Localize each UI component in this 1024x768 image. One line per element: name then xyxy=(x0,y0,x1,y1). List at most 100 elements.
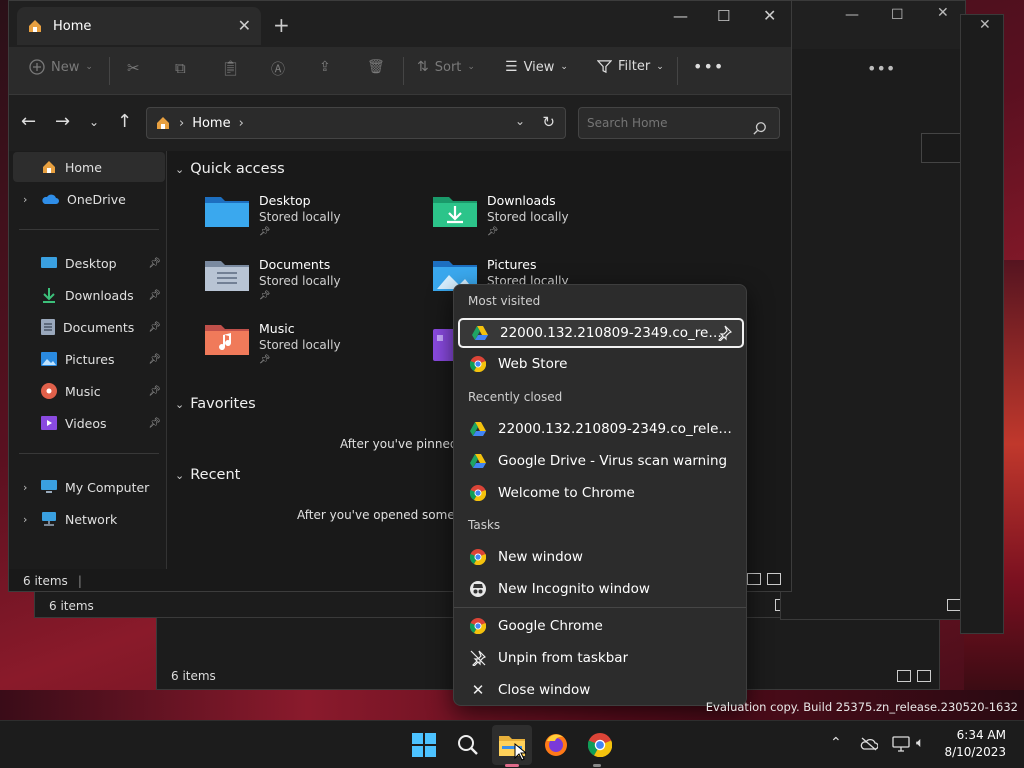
system-clock[interactable]: 6:34 AM 8/10/2023 xyxy=(944,727,1006,761)
chevron-down-icon: ⌄ xyxy=(175,468,185,482)
computer-icon xyxy=(41,480,57,493)
jump-item-recently-closed-3[interactable]: Welcome to Chrome xyxy=(458,478,744,508)
forward-arrow-icon[interactable]: → xyxy=(55,111,70,132)
cloud-icon xyxy=(42,194,59,204)
firefox-taskbar-button[interactable] xyxy=(540,729,572,761)
new-button[interactable]: New ⌄ xyxy=(29,59,93,75)
recent-locations-chevron-icon[interactable]: ⌄ xyxy=(89,115,99,129)
chrome-taskbar-button[interactable] xyxy=(584,729,616,761)
jump-item-google-chrome[interactable]: Google Chrome xyxy=(458,611,744,641)
recent-header[interactable]: ⌄ Recent xyxy=(175,467,240,483)
search-taskbar-button[interactable] xyxy=(452,729,484,761)
chevron-right-icon[interactable]: › xyxy=(23,193,27,206)
jump-item-most-visited-2[interactable]: Web Store xyxy=(458,349,744,379)
tiles-view-icon[interactable] xyxy=(767,573,781,585)
sidebar-item-music[interactable]: Music 📌︎ xyxy=(13,376,165,406)
paste-button[interactable]: 📋︎ xyxy=(221,59,240,77)
pin-icon[interactable]: 📌︎ xyxy=(148,290,161,301)
evaluation-watermark: Evaluation copy. Build 25375.zn_release.… xyxy=(705,700,1018,714)
sidebar-item-label: Music xyxy=(65,383,101,399)
navigation-pane: Home › OneDrive Desktop 📌︎ Downloads 📌︎ … xyxy=(9,151,167,569)
up-arrow-icon[interactable]: ↑ xyxy=(117,111,132,132)
sidebar-item-pictures[interactable]: Pictures 📌︎ xyxy=(13,344,165,374)
filter-button[interactable]: Filter ⌄ xyxy=(597,59,664,74)
jump-item-label: Welcome to Chrome xyxy=(498,485,635,501)
background-window-1[interactable]: — ☐ ✕ ••• xyxy=(780,0,966,620)
pin-icon[interactable]: 📌︎ xyxy=(148,354,161,365)
downloads-folder-icon xyxy=(433,197,477,227)
folder-downloads[interactable]: Downloads Stored locally 📌︎ xyxy=(433,193,569,237)
quick-access-header[interactable]: ⌄ Quick access xyxy=(175,161,285,177)
details-view-icon[interactable] xyxy=(747,573,761,585)
refresh-icon[interactable]: ↻ xyxy=(542,113,555,131)
jump-item-unpin-from-taskbar[interactable]: Unpin from taskbar xyxy=(458,643,744,673)
jump-item-recently-closed-2[interactable]: Google Drive - Virus scan warning xyxy=(458,446,744,476)
pin-icon[interactable]: 📌︎ xyxy=(148,322,161,333)
sidebar-item-onedrive[interactable]: › OneDrive xyxy=(13,184,165,214)
cloud-offline-icon[interactable] xyxy=(860,737,878,751)
folder-name: Desktop xyxy=(259,193,311,208)
download-arrow-icon xyxy=(43,288,55,303)
file-explorer-taskbar-button[interactable] xyxy=(492,725,532,765)
share-button[interactable]: ⇪ xyxy=(319,59,331,75)
minimize-button[interactable]: — xyxy=(673,7,688,25)
folder-name: Music xyxy=(259,321,295,336)
navigation-bar: ← → ⌄ ↑ › Home › ⌄ ↻ xyxy=(9,95,791,151)
sidebar-item-desktop[interactable]: Desktop 📌︎ xyxy=(13,248,165,278)
rename-icon: Ⓐ xyxy=(271,62,285,78)
view-button[interactable]: ☰ View ⌄ xyxy=(505,59,568,75)
background-window-0[interactable]: ✕ xyxy=(960,14,1004,634)
network-display-icon[interactable] xyxy=(892,736,910,752)
volume-icon[interactable]: 🔈︎ xyxy=(916,735,924,751)
rename-button[interactable]: Ⓐ xyxy=(271,59,285,79)
sidebar-item-home[interactable]: Home xyxy=(13,152,165,182)
folder-desktop[interactable]: Desktop Stored locally 📌︎ xyxy=(205,193,341,237)
home-icon xyxy=(43,161,55,173)
jump-item-new-window[interactable]: New window xyxy=(458,542,744,572)
pin-icon[interactable]: 📌︎ xyxy=(148,258,161,269)
back-arrow-icon[interactable]: ← xyxy=(21,111,36,132)
chevron-right-icon[interactable]: › xyxy=(23,481,27,494)
jump-item-close-window[interactable]: ✕ Close window xyxy=(458,675,744,705)
google-drive-icon xyxy=(470,422,486,436)
pin-icon[interactable]: 📌︎ xyxy=(148,386,161,397)
chevron-right-icon[interactable]: › xyxy=(23,513,27,526)
search-icon[interactable] xyxy=(753,121,767,135)
pin-icon[interactable] xyxy=(716,325,732,341)
command-bar: New ⌄ ✂ ⧉ 📋︎ Ⓐ ⇪ 🗑︎ ⇅ Sort ⌄ ☰ View ⌄ Filt… xyxy=(9,47,791,95)
sidebar-item-downloads[interactable]: Downloads 📌︎ xyxy=(13,280,165,310)
address-dropdown-icon[interactable]: ⌄ xyxy=(515,114,525,128)
folder-music[interactable]: Music Stored locally 📌︎ xyxy=(205,321,341,365)
close-tab-icon[interactable]: ✕ xyxy=(238,16,251,35)
maximize-button[interactable]: ☐ xyxy=(717,7,730,25)
desktop-folder-icon xyxy=(205,197,249,227)
search-input[interactable] xyxy=(578,107,780,139)
chrome-icon xyxy=(470,356,486,372)
start-button[interactable] xyxy=(408,729,440,761)
status-text: 6 items xyxy=(171,669,216,683)
folder-name: Downloads xyxy=(487,193,556,208)
jump-item-most-visited-1[interactable]: 22000.132.210809-2349.co_rele... xyxy=(458,318,744,348)
delete-button[interactable]: 🗑︎ xyxy=(367,59,385,75)
jump-item-recently-closed-1[interactable]: 22000.132.210809-2349.co_release_s... xyxy=(458,414,744,444)
sidebar-item-my-computer[interactable]: › My Computer xyxy=(13,472,165,502)
favorites-header[interactable]: ⌄ Favorites xyxy=(175,396,256,412)
sidebar-item-network[interactable]: › Network xyxy=(13,504,165,534)
more-options-button[interactable]: ••• xyxy=(693,57,724,76)
close-window-button[interactable]: ✕ xyxy=(763,6,776,25)
folder-documents[interactable]: Documents Stored locally 📌︎ xyxy=(205,257,341,301)
document-icon xyxy=(41,319,55,335)
sidebar-item-documents[interactable]: Documents 📌︎ xyxy=(13,312,165,342)
sidebar-item-label: Videos xyxy=(65,415,107,431)
cut-button[interactable]: ✂ xyxy=(127,59,140,77)
pin-icon[interactable]: 📌︎ xyxy=(148,418,161,429)
tab-home[interactable]: Home ✕ xyxy=(17,7,261,45)
sort-button[interactable]: ⇅ Sort ⌄ xyxy=(417,59,475,75)
most-visited-header: Most visited xyxy=(468,294,541,308)
show-hidden-icons-chevron-icon[interactable]: ⌃ xyxy=(830,735,842,751)
address-bar[interactable]: › Home › ⌄ ↻ xyxy=(146,107,566,139)
jump-item-new-incognito-window[interactable]: New Incognito window xyxy=(458,574,744,604)
new-tab-button[interactable]: + xyxy=(273,13,290,37)
sidebar-item-videos[interactable]: Videos 📌︎ xyxy=(13,408,165,438)
copy-button[interactable]: ⧉ xyxy=(175,59,186,77)
